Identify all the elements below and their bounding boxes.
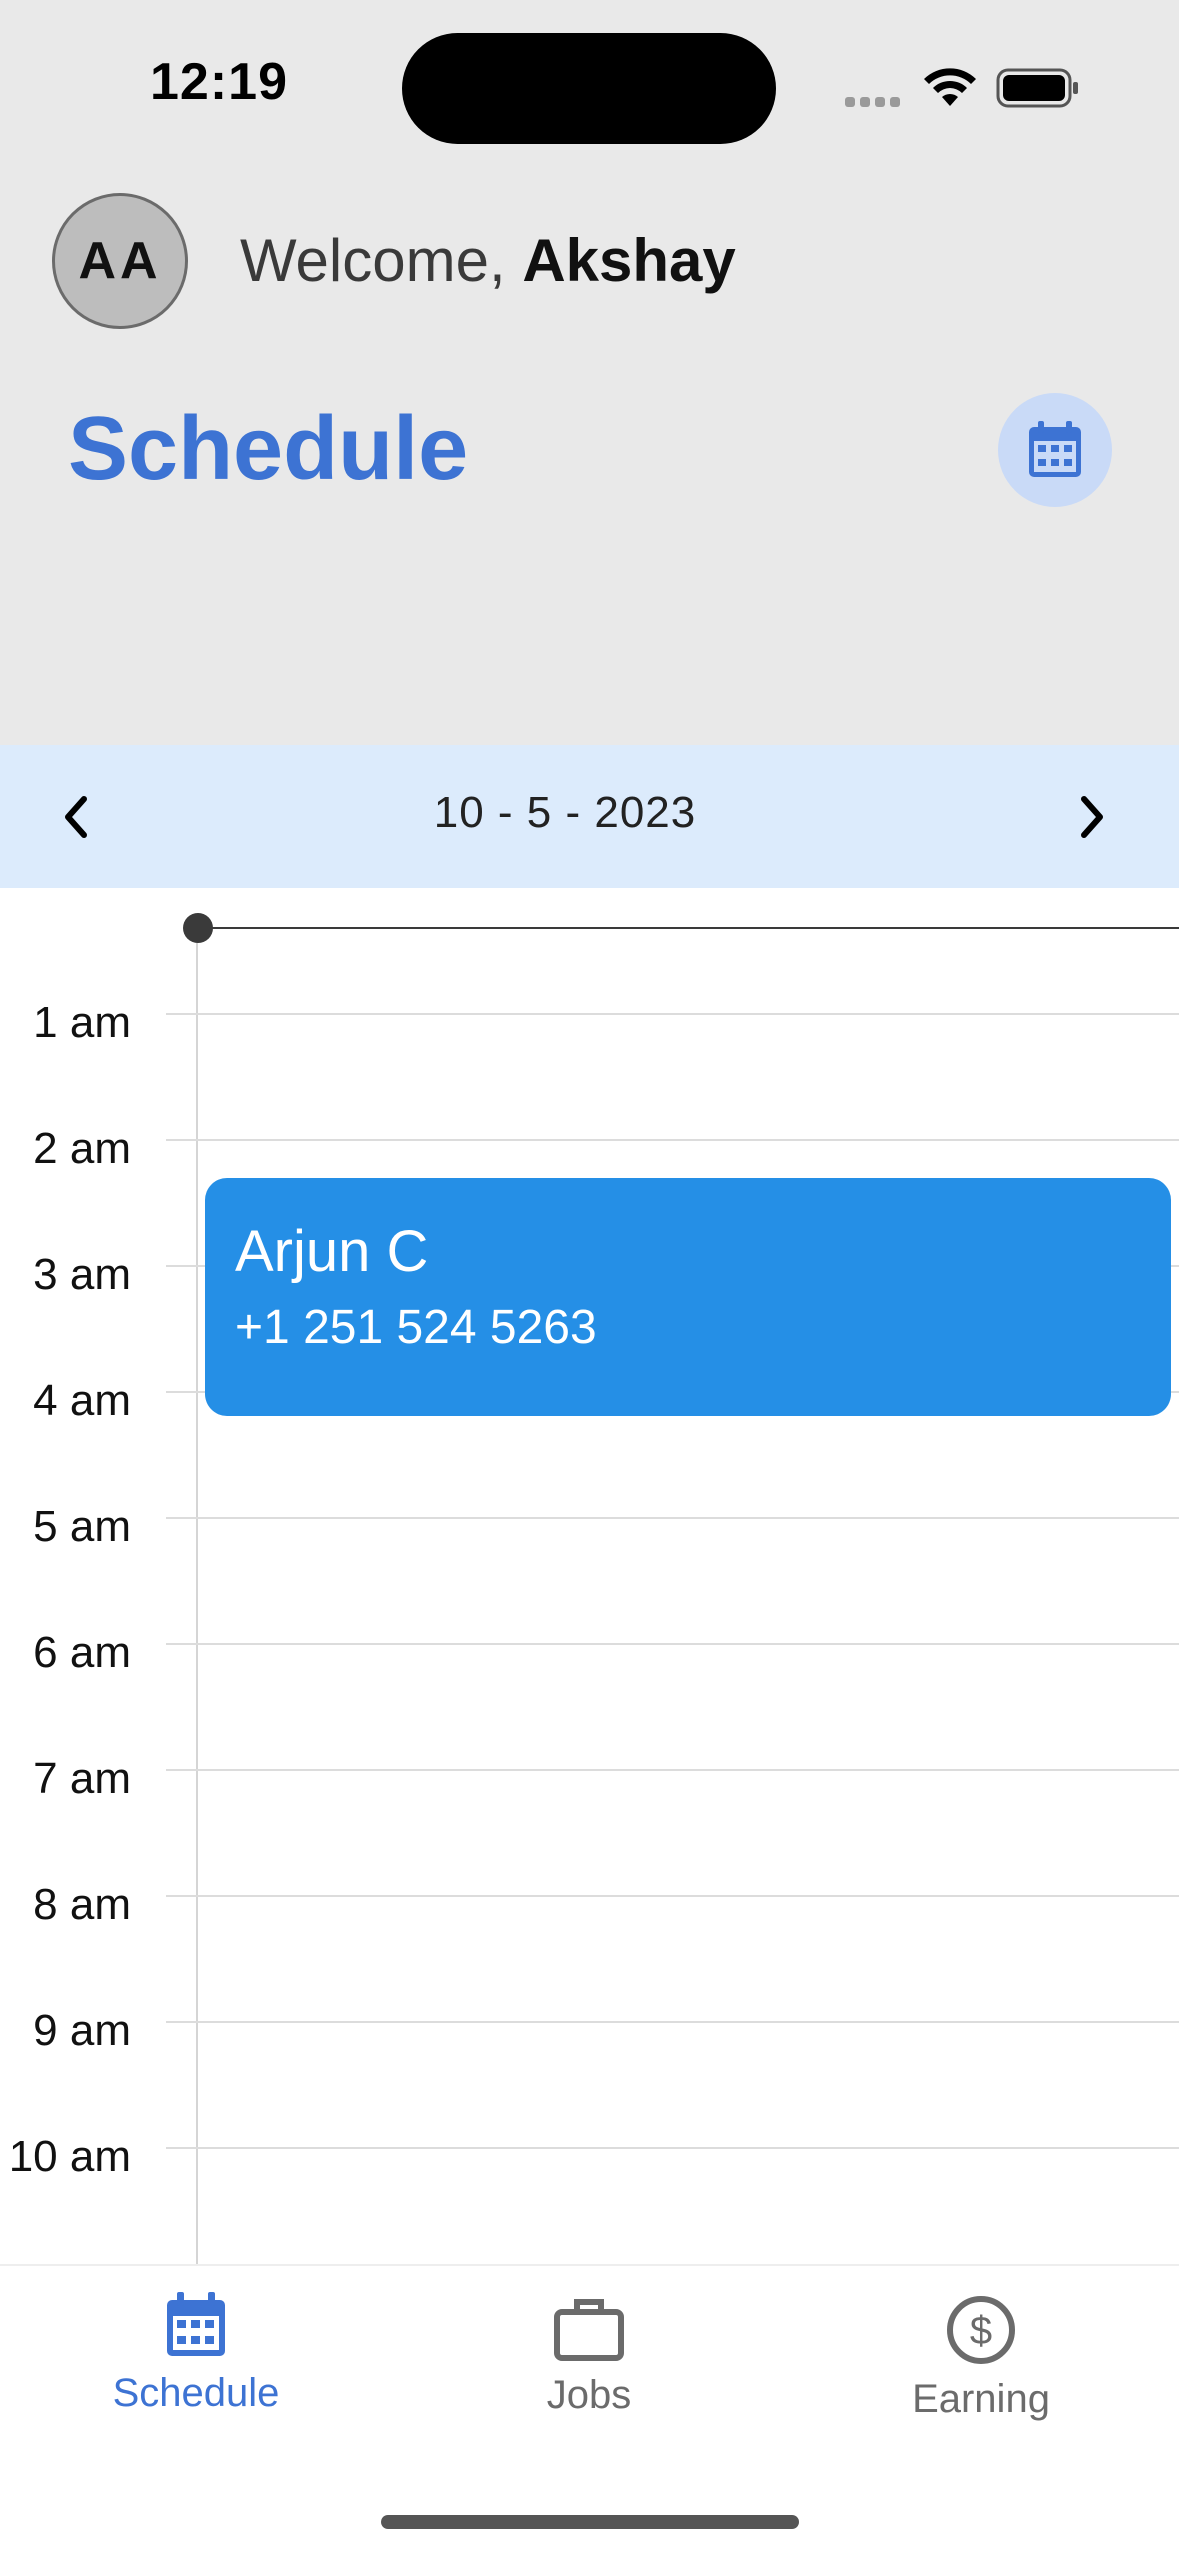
tab-jobs[interactable]: Jobs (439, 2294, 739, 2418)
avatar[interactable]: AA (52, 193, 188, 329)
event-card[interactable]: Arjun C +1 251 524 5263 (205, 1178, 1171, 1416)
hour-label: 6 am (33, 1628, 131, 1677)
signal-icon (845, 94, 905, 107)
calendar-icon (1029, 421, 1081, 477)
tab-label: Jobs (546, 2373, 632, 2417)
hour-label: 7 am (33, 1754, 131, 1803)
dynamic-island (402, 33, 776, 144)
hour-label: 2 am (33, 1124, 131, 1173)
page-title: Schedule (68, 399, 469, 499)
tab-schedule[interactable]: Schedule (46, 2290, 346, 2416)
hour-line (166, 1517, 1179, 1519)
welcome-prefix: Welcome, (240, 227, 506, 294)
hour-label: 10 am (8, 2132, 131, 2181)
calendar-icon (167, 2292, 225, 2356)
user-name: Akshay (522, 227, 736, 294)
wifi-icon (924, 68, 976, 106)
hour-line (166, 2147, 1179, 2149)
welcome-text: Welcome, Akshay (240, 226, 736, 295)
chevron-right-icon[interactable] (1072, 787, 1112, 847)
event-name: Arjun C (235, 1219, 429, 1284)
hour-line (166, 1769, 1179, 1771)
dollar-circle-icon: $ (947, 2296, 1015, 2364)
current-time-dot (183, 913, 213, 943)
battery-icon (996, 68, 1078, 108)
hour-label: 1 am (33, 998, 131, 1047)
current-date: 10 - 5 - 2023 (433, 788, 697, 837)
timeline-axis (196, 927, 198, 2264)
hour-line (166, 1013, 1179, 1015)
hour-line (166, 2021, 1179, 2023)
tab-earning[interactable]: $ Earning (831, 2294, 1131, 2422)
event-phone: +1 251 524 5263 (235, 1301, 597, 1354)
status-time: 12:19 (150, 53, 288, 111)
hour-line (166, 1643, 1179, 1645)
hour-line (166, 1139, 1179, 1141)
current-time-line (198, 927, 1179, 929)
home-indicator[interactable] (381, 2515, 799, 2529)
hour-label: 5 am (33, 1502, 131, 1551)
hour-label: 4 am (33, 1376, 131, 1425)
svg-text:$: $ (970, 2309, 992, 2353)
hour-label: 3 am (33, 1250, 131, 1299)
day-timeline[interactable] (0, 888, 1179, 2264)
tab-label: Earning (912, 2377, 1050, 2421)
hour-label: 9 am (33, 2006, 131, 2055)
briefcase-icon (554, 2299, 624, 2361)
hour-line (166, 1895, 1179, 1897)
calendar-button[interactable] (998, 393, 1112, 507)
hour-label: 8 am (33, 1880, 131, 1929)
tab-label: Schedule (112, 2371, 280, 2415)
